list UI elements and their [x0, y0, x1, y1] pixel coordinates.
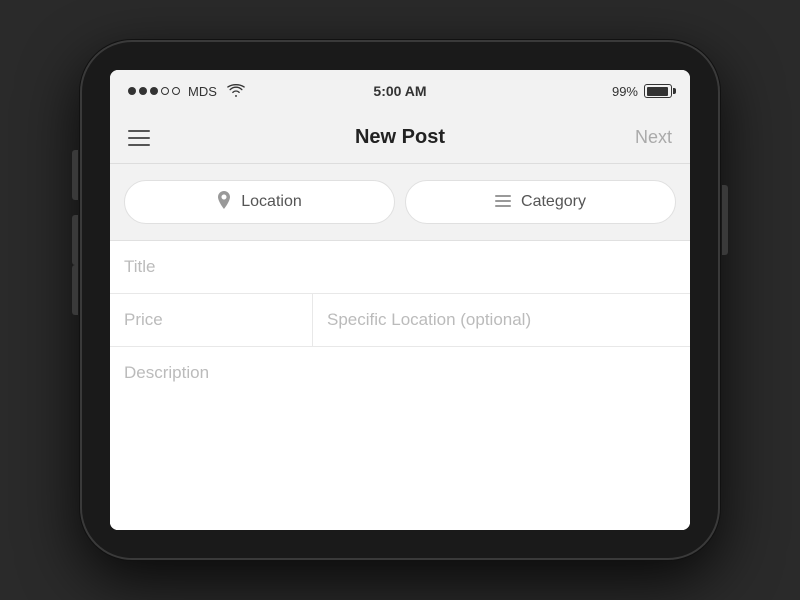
title-field[interactable]: Title [110, 241, 690, 294]
title-placeholder: Title [124, 257, 156, 276]
battery-fill [647, 87, 669, 96]
price-placeholder: Price [124, 310, 163, 329]
list-icon [495, 194, 511, 211]
signal-dot-4 [161, 87, 169, 95]
specific-location-field[interactable]: Specific Location (optional) [313, 294, 690, 346]
category-filter-button[interactable]: Category [405, 180, 676, 224]
signal-dot-5 [172, 87, 180, 95]
location-filter-button[interactable]: Location [124, 180, 395, 224]
signal-dot-1 [128, 87, 136, 95]
menu-button[interactable] [128, 130, 150, 146]
status-left: MDS [128, 84, 245, 99]
phone-frame: MDS 5:00 AM 99% [80, 40, 720, 560]
location-filter-label: Location [241, 193, 302, 211]
next-button[interactable]: Next [635, 127, 672, 148]
page-title: New Post [355, 126, 445, 149]
hamburger-line-2 [128, 137, 150, 139]
battery-percentage: 99% [612, 84, 638, 99]
specific-location-placeholder: Specific Location (optional) [327, 310, 531, 329]
price-field[interactable]: Price [110, 294, 313, 346]
battery-icon [644, 84, 672, 98]
description-field[interactable]: Description [110, 347, 690, 530]
nav-bar: New Post Next [110, 112, 690, 164]
content-area: Location Category Title [110, 164, 690, 530]
pin-icon [217, 191, 231, 213]
price-location-row: Price Specific Location (optional) [110, 294, 690, 347]
description-placeholder: Description [124, 363, 209, 382]
screen: MDS 5:00 AM 99% [110, 70, 690, 530]
hamburger-line-3 [128, 144, 150, 146]
battery-body [644, 84, 672, 98]
signal-dots [128, 87, 180, 95]
status-right: 99% [612, 84, 672, 99]
wifi-icon [227, 84, 245, 98]
status-time: 5:00 AM [373, 83, 426, 99]
signal-dot-3 [150, 87, 158, 95]
status-bar: MDS 5:00 AM 99% [110, 70, 690, 112]
hamburger-line-1 [128, 130, 150, 132]
carrier-label: MDS [188, 84, 217, 99]
filter-row: Location Category [110, 164, 690, 241]
category-filter-label: Category [521, 193, 586, 211]
signal-dot-2 [139, 87, 147, 95]
